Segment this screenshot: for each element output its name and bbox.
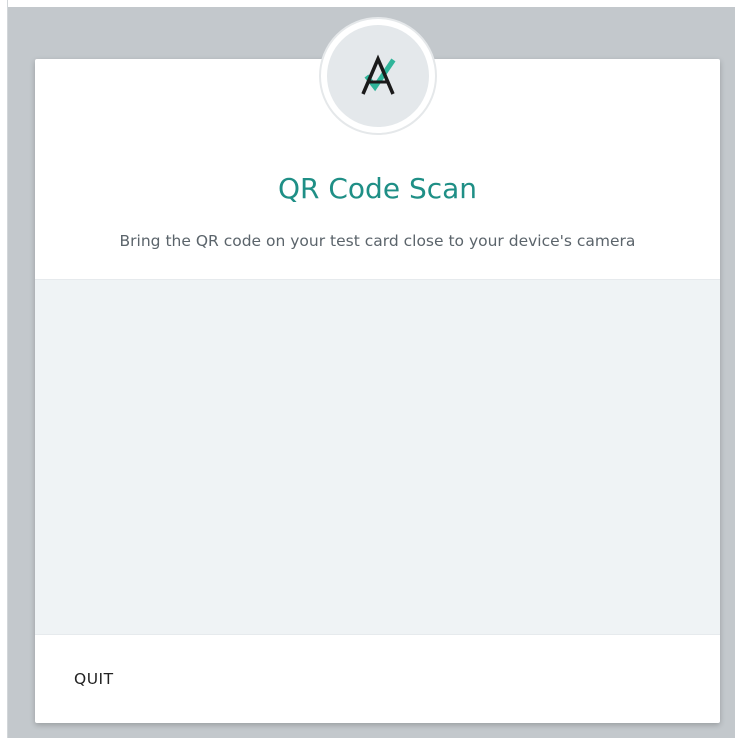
a-check-logo-icon bbox=[361, 54, 396, 95]
dialog-title: QR Code Scan bbox=[277, 172, 478, 205]
logo-circle bbox=[327, 25, 429, 127]
quit-button[interactable]: QUIT bbox=[62, 663, 126, 695]
dialog-instructions: Bring the QR code on your test card clos… bbox=[119, 232, 636, 250]
window-left-edge bbox=[0, 0, 8, 738]
window-top-edge bbox=[0, 0, 735, 7]
camera-preview[interactable] bbox=[35, 279, 720, 635]
app-logo bbox=[319, 17, 437, 135]
qr-scan-dialog: QR Code Scan Bring the QR code on your t… bbox=[35, 59, 720, 723]
